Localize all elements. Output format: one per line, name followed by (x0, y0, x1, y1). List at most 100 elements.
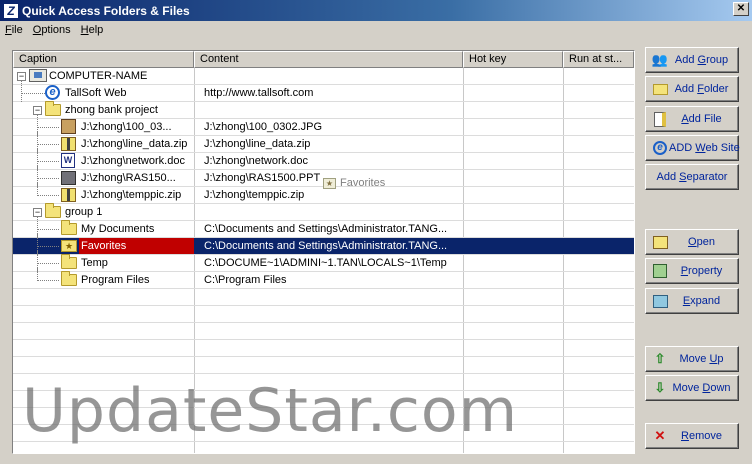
row-caption: J:\zhong\RAS150... (81, 172, 176, 184)
row-caption: J:\zhong\temppic.zip (81, 189, 182, 201)
open-icon (651, 234, 669, 250)
menu-options[interactable]: Options (28, 24, 76, 36)
table-row[interactable]: Program Files C:\Program Files (13, 268, 634, 289)
btn-accel: P (680, 265, 689, 277)
row-content (199, 68, 463, 84)
collapse-toggle[interactable]: − (17, 72, 26, 81)
table-row[interactable]: Temp C:\DOCUME~1\ADMINI~1.TAN\LOCALS~1\T… (13, 251, 634, 272)
menu-help[interactable]: Help (76, 24, 109, 36)
tree-line (37, 178, 59, 179)
tree-line (37, 229, 59, 230)
column-header-content[interactable]: Content (194, 51, 463, 68)
btn-accel: G (697, 54, 707, 66)
btn-text: ADD (669, 142, 696, 154)
empty-row (13, 357, 634, 374)
btn-text: own (710, 382, 731, 394)
move-up-button[interactable]: ⇧ Move Up (645, 346, 739, 372)
btn-text: Move (672, 382, 703, 394)
zip-file-icon (61, 188, 77, 202)
row-content: J:\zhong\temppic.zip (204, 189, 305, 201)
btn-text: roperty (688, 265, 723, 277)
column-header-caption[interactable]: Caption (13, 51, 194, 68)
column-header-hotkey[interactable]: Hot key (463, 51, 563, 68)
table-row[interactable]: J:\zhong\line_data.zip J:\zhong\line_dat… (13, 132, 634, 153)
folder-icon (61, 220, 77, 235)
btn-text: older (703, 83, 729, 95)
row-caption: Program Files (81, 274, 150, 286)
btn-text: eb Site (705, 142, 740, 154)
watermark: UpdateStar.com (22, 376, 519, 446)
favorites-folder-icon: ★ (61, 238, 77, 252)
add-separator-button[interactable]: Add Separator (645, 164, 739, 190)
table-row[interactable]: − zhong bank project (13, 101, 634, 119)
drag-ghost-label: Favorites (340, 177, 386, 189)
folder-icon (61, 254, 77, 269)
tree-line (37, 246, 59, 247)
tree-line (37, 280, 59, 281)
btn-accel: W (695, 142, 706, 154)
row-caption: J:\zhong\line_data.zip (81, 138, 188, 150)
menu-file[interactable]: File (0, 24, 28, 36)
folder-icon (61, 271, 77, 286)
app-icon: Z (3, 2, 19, 19)
btn-text: Add (674, 54, 698, 66)
table-row-selected[interactable]: ★ Favorites C:\Documents and Settings\Ad… (13, 234, 634, 255)
add-group-icon: 👥 (651, 52, 669, 67)
collapse-toggle[interactable]: − (33, 106, 42, 115)
add-folder-button[interactable]: Add Folder (645, 76, 739, 102)
folder-icon (45, 203, 61, 218)
table-row[interactable]: e TallSoft Web http://www.tallsoft.com (13, 81, 634, 102)
add-web-site-button[interactable]: e ADD Web Site (645, 135, 740, 161)
row-caption: zhong bank project (65, 104, 158, 116)
btn-accel: O (688, 236, 697, 248)
row-content (199, 204, 463, 220)
column-header-run-at-startup[interactable]: Run at st... (563, 51, 634, 68)
btn-accel: F (697, 83, 704, 95)
btn-accel: A (681, 113, 689, 125)
row-content: C:\Program Files (204, 274, 287, 286)
remove-icon: ✕ (654, 428, 666, 443)
table-row[interactable]: − COMPUTER-NAME (13, 68, 634, 85)
table-row[interactable]: J:\zhong\100_03... J:\zhong\100_0302.JPG (13, 115, 634, 136)
row-content: C:\DOCUME~1\ADMINI~1.TAN\LOCALS~1\Temp (204, 257, 447, 269)
folder-icon (45, 101, 61, 116)
arrow-up-icon: ⇧ (654, 351, 666, 366)
close-button[interactable]: ✕ (733, 2, 749, 16)
row-content: C:\Documents and Settings\Administrator.… (204, 240, 448, 252)
table-row[interactable]: My Documents C:\Documents and Settings\A… (13, 217, 634, 238)
row-caption: Favorites (79, 238, 194, 254)
btn-accel: S (679, 171, 687, 183)
property-button[interactable]: Property (645, 258, 739, 284)
btn-text: roup (706, 54, 729, 66)
title-bar[interactable]: Z Quick Access Folders & Files ✕ (0, 0, 752, 21)
row-content: J:\zhong\network.doc (204, 155, 308, 167)
grid-header: Caption Content Hot key Run at st... (13, 51, 634, 68)
tree-line (37, 195, 59, 196)
add-file-icon (651, 111, 669, 127)
table-row[interactable]: J:\zhong\temppic.zip J:\zhong\temppic.zi… (13, 183, 634, 204)
favorites-icon: ★ (323, 177, 336, 189)
row-content: http://www.tallsoft.com (204, 87, 314, 99)
row-caption: Temp (81, 257, 108, 269)
btn-accel: R (681, 430, 689, 442)
row-caption: group 1 (65, 206, 103, 218)
table-row[interactable]: W J:\zhong\network.doc J:\zhong\network.… (13, 149, 634, 170)
move-down-button[interactable]: ⇩ Move Down (645, 375, 739, 401)
row-caption: My Documents (81, 223, 155, 235)
btn-text: dd File (688, 113, 722, 125)
expand-button[interactable]: Expand (645, 288, 739, 314)
menu-bar: File Options Help (0, 21, 752, 39)
word-document-icon: W (61, 153, 77, 168)
row-content (199, 102, 463, 118)
expand-icon (651, 293, 669, 309)
collapse-toggle[interactable]: − (33, 208, 42, 217)
add-group-button[interactable]: 👥 Add Group (645, 47, 739, 73)
row-caption: COMPUTER-NAME (49, 70, 148, 82)
remove-button[interactable]: ✕ Remove (645, 423, 739, 449)
empty-row (13, 306, 634, 323)
table-row[interactable]: − group 1 (13, 203, 634, 221)
add-file-button[interactable]: Add File (645, 106, 739, 132)
row-caption: J:\zhong\network.doc (81, 155, 185, 167)
open-button[interactable]: Open (645, 229, 739, 255)
btn-text: pen (696, 236, 715, 248)
